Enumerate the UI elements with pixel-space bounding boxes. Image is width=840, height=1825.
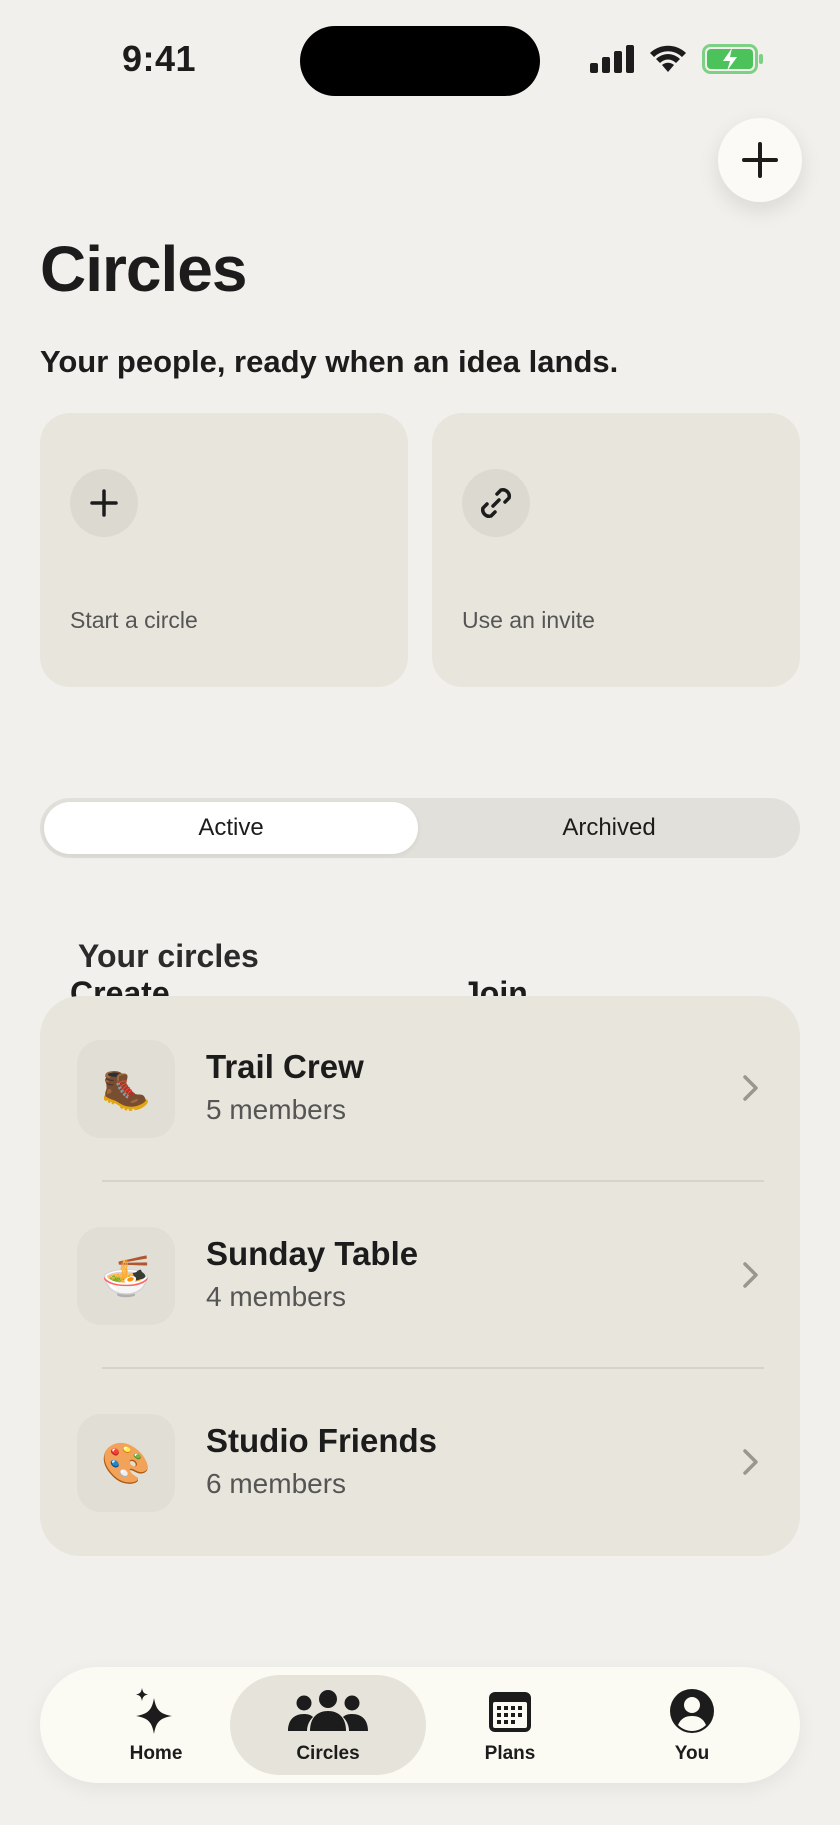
- cellular-signal-icon: [590, 45, 634, 73]
- page-subtitle: Your people, ready when an idea lands.: [40, 344, 619, 379]
- create-card-subtitle: Start a circle: [70, 607, 198, 633]
- join-card-subtitle: Use an invite: [462, 607, 595, 633]
- people-icon: [288, 1690, 368, 1731]
- link-icon: [481, 488, 511, 518]
- join-circle-card[interactable]: Join Use an invite: [432, 413, 800, 1011]
- tab-you[interactable]: You: [594, 1675, 790, 1775]
- join-icon-badge: [462, 469, 530, 537]
- circle-avatar: 🍜: [77, 1227, 175, 1325]
- segmented-control: Active Archived: [40, 798, 800, 858]
- create-icon-badge: [70, 469, 138, 537]
- row-divider: [102, 1367, 764, 1369]
- circles-list: 🥾 Trail Crew 5 members 🍜 Sunday Table 4 …: [40, 996, 800, 1556]
- status-icons: [590, 44, 764, 74]
- segment-active[interactable]: Active: [44, 802, 418, 854]
- calendar-icon: [489, 1692, 531, 1732]
- chevron-right-icon: [743, 1262, 758, 1288]
- chevron-right-icon: [743, 1075, 758, 1101]
- list-item[interactable]: 🥾 Trail Crew 5 members: [40, 996, 800, 1182]
- circle-name: Sunday Table: [206, 1235, 419, 1272]
- person-circle-icon: [670, 1689, 714, 1733]
- plus-icon: [742, 142, 778, 178]
- wifi-icon: [650, 45, 686, 72]
- sparkle-icon: [136, 1688, 172, 1734]
- battery-charging-icon: [702, 44, 763, 74]
- chevron-right-icon: [743, 1449, 758, 1475]
- tab-label: Circles: [296, 1743, 360, 1764]
- circle-member-count: 4 members: [206, 1281, 347, 1312]
- circle-name: Trail Crew: [206, 1048, 364, 1085]
- circle-avatar: 🎨: [77, 1414, 175, 1512]
- tab-circles[interactable]: Circles: [230, 1675, 426, 1775]
- circle-member-count: 5 members: [206, 1094, 347, 1125]
- tab-label: Plans: [484, 1743, 536, 1764]
- create-circle-card[interactable]: Create Start a circle: [40, 413, 408, 1011]
- row-divider: [102, 1180, 764, 1182]
- tab-home[interactable]: Home: [58, 1675, 254, 1775]
- page-title: Circles: [40, 233, 247, 305]
- status-bar: 9:41: [0, 0, 840, 120]
- dynamic-island: [300, 26, 540, 96]
- status-time: 9:41: [122, 38, 197, 79]
- segment-archived[interactable]: Archived: [422, 802, 796, 854]
- section-title: Your circles: [78, 938, 259, 974]
- circle-name: Studio Friends: [206, 1422, 437, 1459]
- add-button[interactable]: [718, 118, 802, 202]
- circle-avatar: 🥾: [77, 1040, 175, 1138]
- tab-bar: Home Circles Plans You: [40, 1667, 800, 1783]
- tab-plans[interactable]: Plans: [412, 1675, 608, 1775]
- list-item[interactable]: 🎨 Studio Friends 6 members: [40, 1370, 800, 1556]
- tab-label: Home: [129, 1743, 183, 1764]
- list-item[interactable]: 🍜 Sunday Table 4 members: [40, 1183, 800, 1369]
- tab-label: You: [674, 1743, 710, 1764]
- circle-member-count: 6 members: [206, 1468, 347, 1499]
- plus-icon: [90, 489, 118, 517]
